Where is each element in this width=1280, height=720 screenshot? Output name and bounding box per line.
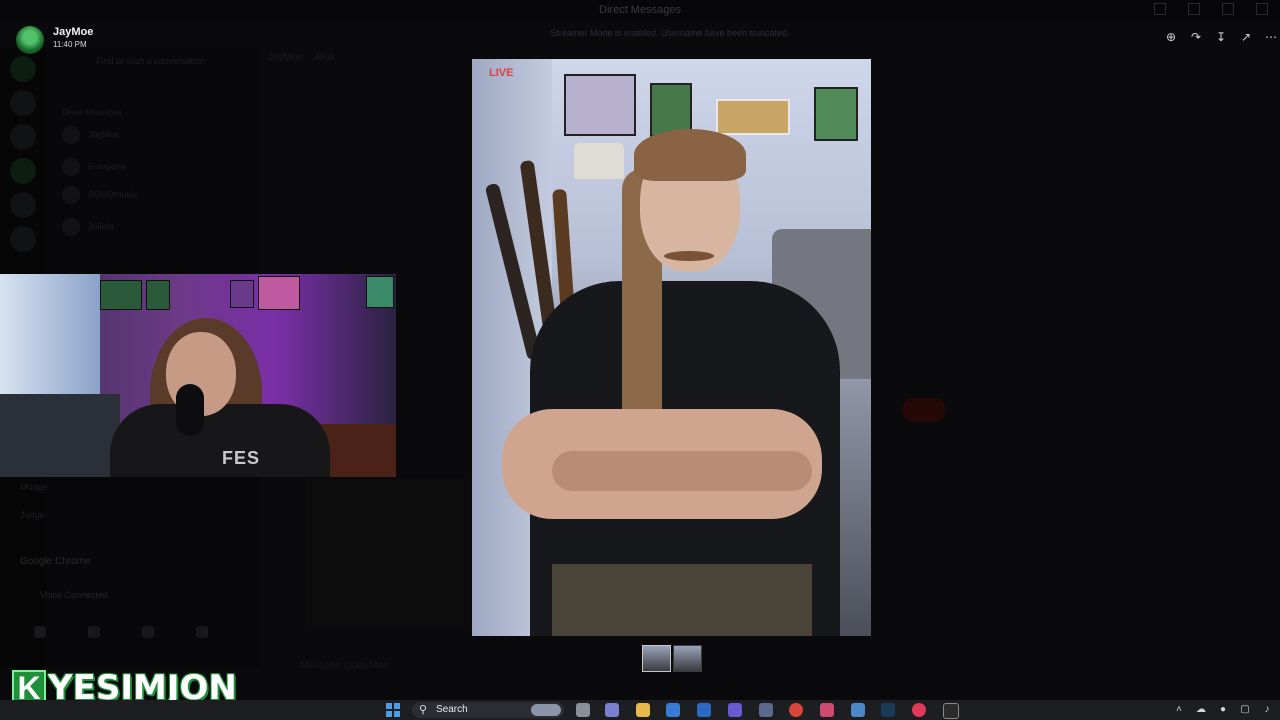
search-label: Search <box>436 704 468 715</box>
title-bar: Direct Messages <box>0 0 1280 22</box>
open-external-icon[interactable]: ↗ <box>1237 28 1255 46</box>
wall-poster <box>716 99 790 135</box>
server-icon[interactable] <box>10 56 36 82</box>
app-icon[interactable] <box>851 703 865 717</box>
dm-list-item[interactable]: BOVOmusic <box>62 186 138 204</box>
search-icon: ⚲ <box>419 704 428 716</box>
neon-sign: LIVE <box>489 67 514 79</box>
camera-icon[interactable] <box>88 626 100 638</box>
zoom-in-icon[interactable]: ⊕ <box>1162 28 1180 46</box>
wall-poster <box>814 87 858 141</box>
thumbnail[interactable] <box>673 645 702 672</box>
window-controls <box>1154 3 1268 15</box>
uploader-name: JayMoe <box>53 26 94 38</box>
list-item[interactable]: Mudge <box>20 482 250 510</box>
chrome-icon[interactable] <box>789 703 803 717</box>
person-hair-top <box>634 129 746 181</box>
server-icon[interactable] <box>10 90 36 116</box>
activity-icon[interactable] <box>142 626 154 638</box>
thumbnail[interactable] <box>642 645 671 672</box>
speaker-icon[interactable]: ♪ <box>1260 703 1274 717</box>
dm-list-item[interactable]: Everyone <box>62 158 126 176</box>
upload-time: 11:40 PM <box>53 40 87 49</box>
list-item[interactable]: Judge <box>20 510 250 538</box>
more-icon[interactable]: ⋯ <box>1262 28 1280 46</box>
start-icon[interactable] <box>386 703 400 717</box>
chat-header-aka: AKA <box>314 52 335 63</box>
server-icon[interactable] <box>10 226 36 252</box>
viewer-image: LIVE <box>472 59 871 636</box>
avatar <box>62 126 80 144</box>
display-icon[interactable]: ▢ <box>1238 703 1252 717</box>
chevron-up-icon[interactable]: ˄ <box>1172 703 1186 717</box>
window-title: Direct Messages <box>599 4 681 16</box>
voice-status: Voice Connected <box>40 590 109 600</box>
wall-poster <box>564 74 636 136</box>
chat-header-name: JayMoe <box>268 52 304 63</box>
avatar <box>62 218 80 236</box>
server-icon[interactable] <box>10 158 36 184</box>
chat-header: JayMoe AKA <box>268 52 334 63</box>
minimize-icon[interactable] <box>1154 3 1166 15</box>
dm-section-header: Direct Messages <box>62 108 122 117</box>
app-icon[interactable] <box>912 703 926 717</box>
epic-games-icon[interactable] <box>943 703 959 719</box>
voice-controls <box>34 626 208 638</box>
server-icon[interactable] <box>10 192 36 218</box>
person-mustache <box>664 251 714 261</box>
shirt-text: FES <box>222 448 261 468</box>
call-video-tile <box>306 478 470 628</box>
message-input[interactable]: Message @JayMoe <box>300 660 389 671</box>
person-pants <box>552 564 812 636</box>
settings-icon[interactable] <box>196 626 208 638</box>
avatar <box>62 158 80 176</box>
image-thumbnails <box>642 645 702 672</box>
avatar <box>62 186 80 204</box>
copilot-icon[interactable] <box>605 703 619 717</box>
dm-list-item[interactable]: JayMoe <box>62 126 120 144</box>
forward-icon[interactable]: ↷ <box>1187 28 1205 46</box>
maximize-icon[interactable] <box>1188 3 1200 15</box>
member-list: Mudge Judge <box>20 482 250 538</box>
dm-list-item[interactable]: Jolinia <box>62 218 114 236</box>
taskbar-search[interactable]: ⚲ Search <box>412 702 564 718</box>
dm-search-input[interactable]: Find or start a conversation <box>56 56 246 74</box>
server-icon[interactable] <box>10 124 36 150</box>
mic-icon[interactable] <box>34 626 46 638</box>
task-view-icon[interactable] <box>576 703 590 717</box>
lamp <box>574 143 624 179</box>
streamer-webcam: FES <box>0 274 396 477</box>
store-icon[interactable] <box>666 703 680 717</box>
mic-icon[interactable]: ● <box>1216 703 1230 717</box>
taskbar: ⚲ Search ˄ ☁ ● ▢ ♪ <box>0 700 1280 720</box>
steam-icon[interactable] <box>881 703 895 717</box>
file-explorer-icon[interactable] <box>636 703 650 717</box>
streamer-mode-notice: Streamer Mode is enabled. Username have … <box>550 28 790 38</box>
close-icon[interactable] <box>1256 3 1268 15</box>
help-icon[interactable] <box>1222 3 1234 15</box>
microphone <box>176 384 204 436</box>
image-viewer-toolbar: ⊕ ↷ ↧ ↗ ⋯ <box>1162 26 1280 48</box>
app-icon[interactable] <box>728 703 742 717</box>
voice-app-label: Google Chrome <box>20 556 91 567</box>
download-icon[interactable]: ↧ <box>1212 28 1230 46</box>
app-icon[interactable] <box>759 703 773 717</box>
network-icon[interactable]: ☁ <box>1194 703 1208 717</box>
maps-icon[interactable] <box>820 703 834 717</box>
end-call-button[interactable] <box>902 398 946 422</box>
mail-icon[interactable] <box>697 703 711 717</box>
avatar <box>16 26 44 54</box>
system-tray: ˄ ☁ ● ▢ ♪ <box>1172 703 1274 717</box>
